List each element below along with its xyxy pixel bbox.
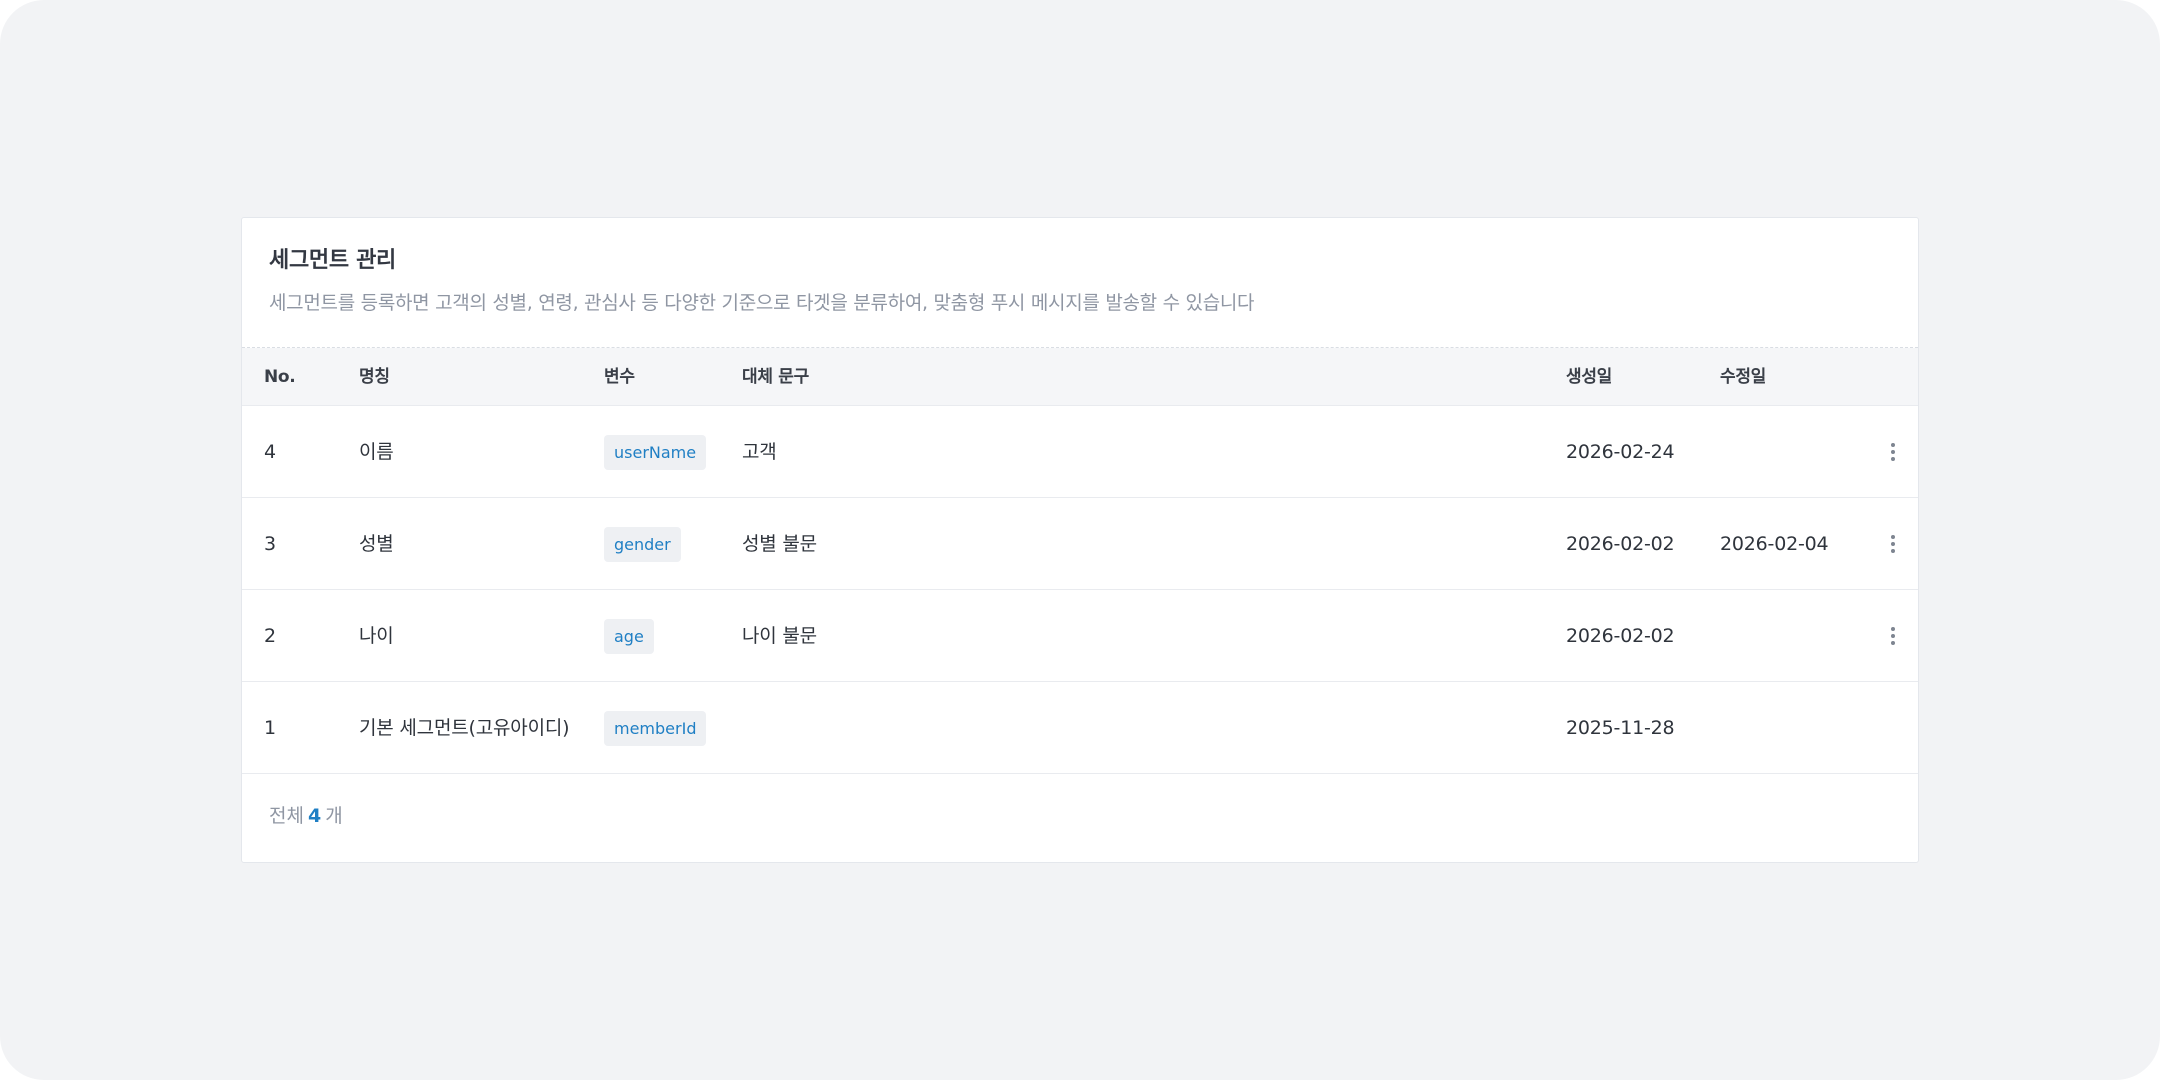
page-title: 세그먼트 관리 — [269, 248, 396, 273]
row-created-date: 2025-11-28 — [1566, 717, 1675, 739]
row-name: 나이 — [359, 625, 394, 647]
row-alt-text: 나이 불문 — [742, 625, 817, 647]
row-alt-text: 고객 — [742, 441, 777, 463]
table-row[interactable]: 1 기본 세그먼트(고유아이디) memberId 2025-11-28 — [242, 682, 1918, 774]
row-created-date: 2026-02-24 — [1566, 441, 1675, 463]
total-count: 4 — [307, 805, 322, 827]
row-name: 기본 세그먼트(고유아이디) — [359, 717, 570, 739]
more-vertical-icon[interactable] — [1883, 533, 1903, 555]
column-header-created: 생성일 — [1566, 367, 1613, 387]
column-header-modified: 수정일 — [1720, 367, 1767, 387]
table-row[interactable]: 2 나이 age 나이 불문 2026-02-02 — [242, 590, 1918, 682]
table-header: No. 명칭 변수 대체 문구 생성일 수정일 — [242, 348, 1918, 406]
page-background: 세그먼트 관리 세그먼트를 등록하면 고객의 성별, 연령, 관심사 등 다양한… — [0, 0, 2160, 1080]
table-row[interactable]: 4 이름 userName 고객 2026-02-24 — [242, 406, 1918, 498]
table-footer: 전체 4 개 — [242, 774, 1918, 860]
variable-chip: age — [604, 619, 654, 654]
more-vertical-icon[interactable] — [1883, 625, 1903, 647]
variable-chip: userName — [604, 435, 707, 470]
row-created-date: 2026-02-02 — [1566, 625, 1675, 647]
row-modified-date: 2026-02-04 — [1720, 533, 1829, 555]
card-header: 세그먼트 관리 세그먼트를 등록하면 고객의 성별, 연령, 관심사 등 다양한… — [242, 218, 1918, 348]
variable-chip: gender — [604, 527, 681, 562]
row-created-date: 2026-02-02 — [1566, 533, 1675, 555]
page-description: 세그먼트를 등록하면 고객의 성별, 연령, 관심사 등 다양한 기준으로 타겟… — [269, 292, 1255, 314]
total-suffix: 개 — [325, 805, 343, 827]
row-name: 이름 — [359, 441, 394, 463]
total-prefix: 전체 — [269, 805, 304, 827]
row-name: 성별 — [359, 533, 394, 555]
table-row[interactable]: 3 성별 gender 성별 불문 2026-02-02 2026-02-04 — [242, 498, 1918, 590]
row-no: 2 — [264, 625, 276, 647]
row-no: 4 — [264, 441, 276, 463]
row-alt-text: 성별 불문 — [742, 533, 817, 555]
row-no: 1 — [264, 717, 276, 739]
total-count-text: 전체 4 개 — [269, 774, 343, 858]
more-vertical-icon[interactable] — [1883, 441, 1903, 463]
row-no: 3 — [264, 533, 276, 555]
variable-chip: memberId — [604, 711, 707, 746]
column-header-variable: 변수 — [604, 367, 635, 387]
column-header-no: No. — [264, 367, 296, 387]
column-header-name: 명칭 — [359, 367, 390, 387]
column-header-alt-text: 대체 문구 — [742, 367, 809, 387]
segment-management-card: 세그먼트 관리 세그먼트를 등록하면 고객의 성별, 연령, 관심사 등 다양한… — [241, 217, 1919, 863]
